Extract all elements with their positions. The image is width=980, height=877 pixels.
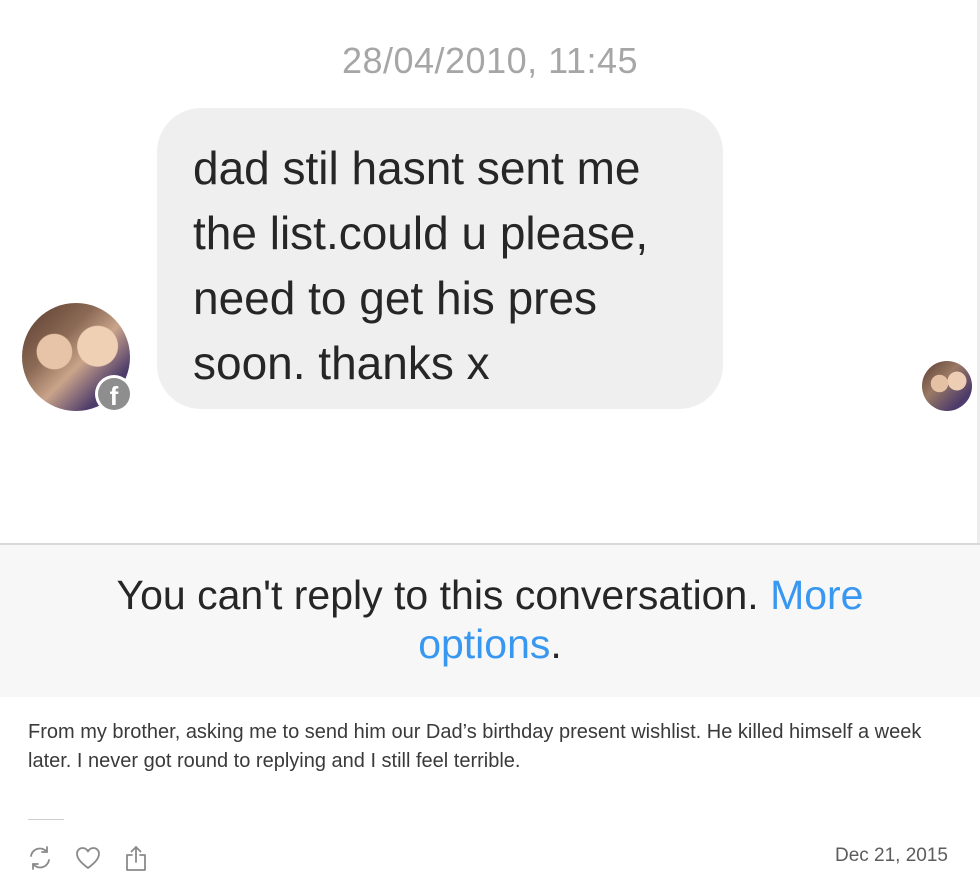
message-thread: 28/04/2010, 11:45 f dad stil hasnt sent … bbox=[0, 0, 980, 543]
more-options-link-part2[interactable]: options bbox=[418, 621, 550, 667]
message-line: dad stil hasnt sent me bbox=[193, 142, 641, 194]
post-date: Dec 21, 2015 bbox=[834, 845, 948, 866]
message-timestamp: 28/04/2010, 11:45 bbox=[341, 40, 639, 81]
seen-receipt-avatar bbox=[922, 361, 972, 411]
message-line: soon. thanks x bbox=[193, 337, 490, 389]
message-line: need to get his pres bbox=[193, 272, 598, 324]
heart-icon[interactable] bbox=[74, 844, 102, 872]
notice-message: You can't reply to this conversation. bbox=[116, 572, 759, 618]
notice-period: . bbox=[550, 621, 562, 667]
notice-text-block: You can't reply to this conversation. Mo… bbox=[60, 571, 920, 669]
message-bubble[interactable]: dad stil hasnt sent me the list.could u … bbox=[157, 108, 723, 409]
reply-disabled-notice: You can't reply to this conversation. Mo… bbox=[0, 545, 980, 697]
facebook-icon: f bbox=[95, 375, 133, 413]
repost-icon[interactable] bbox=[26, 844, 54, 872]
facebook-badge-glyph: f bbox=[98, 378, 130, 410]
caption-divider bbox=[28, 819, 64, 820]
post-caption: From my brother, asking me to send him o… bbox=[28, 721, 922, 772]
message-line: the list.could u please, bbox=[193, 207, 649, 259]
share-icon[interactable] bbox=[122, 844, 150, 872]
more-options-link-part1[interactable]: More bbox=[770, 572, 863, 618]
